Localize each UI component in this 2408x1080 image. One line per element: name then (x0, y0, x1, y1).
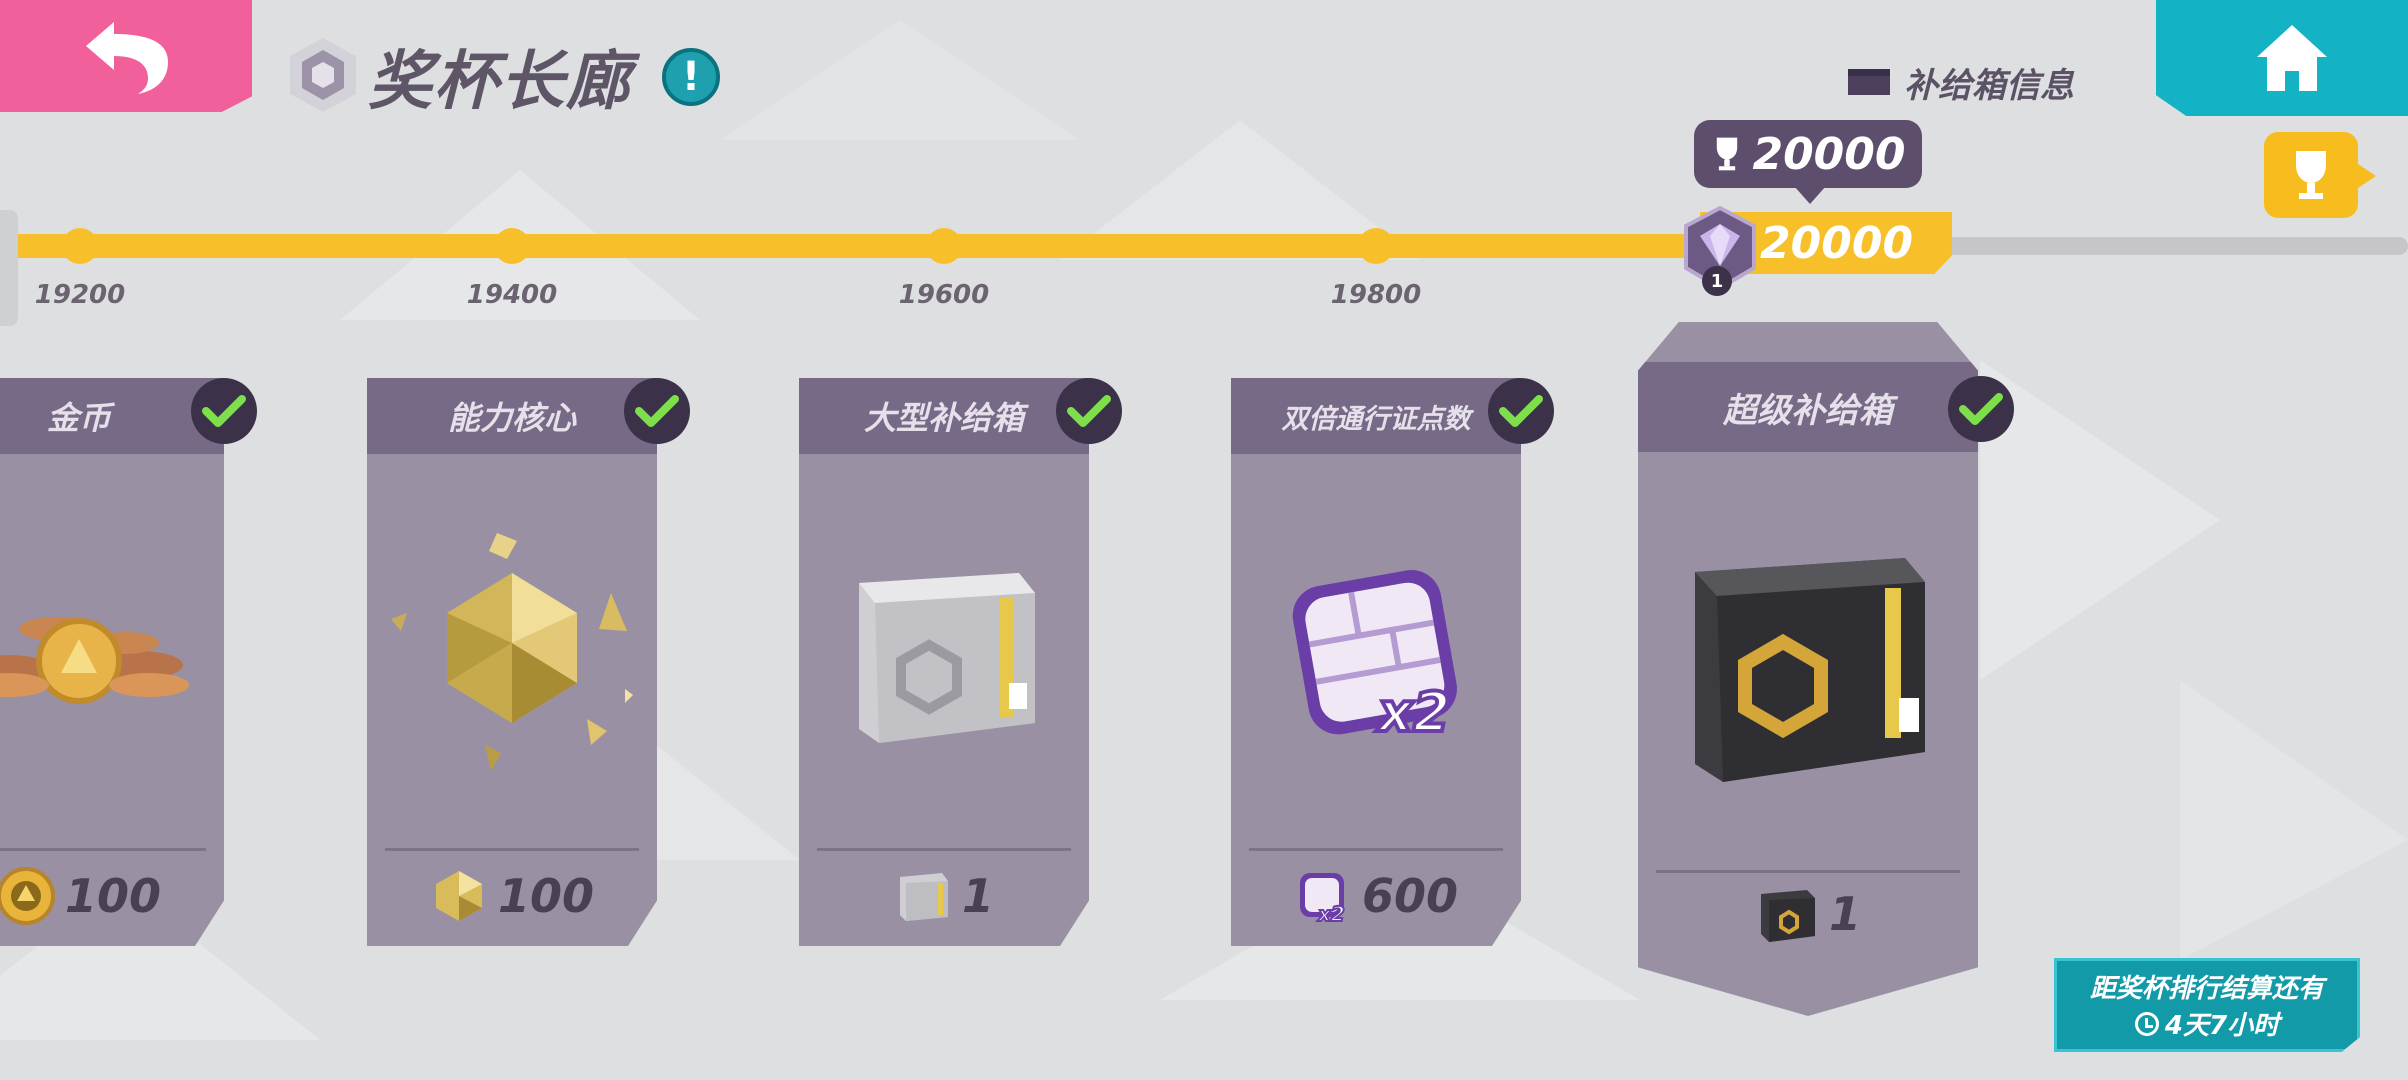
supply-box-icon (899, 873, 948, 921)
milestone-dot (1358, 228, 1394, 264)
milestone-label: 19400 (466, 280, 558, 310)
back-button[interactable] (0, 0, 252, 112)
reward-amount: 1 (961, 869, 994, 923)
reward-amount: 100 (64, 869, 162, 923)
countdown-label: 距奖杯排行结算还有 (2089, 974, 2324, 1004)
reward-card-ability-core[interactable]: 能力核心 100 (367, 378, 657, 946)
ability-core-icon (435, 871, 482, 921)
supply-box-icon (1848, 69, 1890, 95)
supply-box-info-link[interactable]: 补给箱信息 (1848, 60, 2074, 106)
claimed-check-icon (191, 378, 257, 444)
milestone-label: 19200 (34, 280, 126, 310)
current-trophy-callout: 20000 (1694, 120, 1922, 204)
reward-name: 超级补给箱 (1638, 362, 1978, 452)
clock-icon (2134, 1011, 2159, 1036)
claimed-check-icon (1948, 376, 2014, 442)
reward-amount: 600 (1361, 869, 1459, 923)
reward-name: 大型补给箱 (799, 378, 1089, 454)
reward-card-large-supply-box[interactable]: 大型补给箱 1 (799, 378, 1089, 946)
countdown-time: 4天7小时 (2164, 1011, 2280, 1041)
rank-level: 1 (1702, 266, 1732, 296)
black-supply-box-icon (1695, 558, 1925, 782)
progress-track-filled (0, 234, 1740, 258)
reward-card-super-supply-box[interactable]: 超级补给箱 1 (1638, 322, 1978, 1016)
gold-coins-icon (0, 617, 189, 704)
claimed-check-icon (1488, 378, 1554, 444)
scroll-edge-tab (0, 210, 18, 326)
milestone-dot (926, 228, 962, 264)
gallery-logo-icon (290, 38, 356, 112)
reward-card-double-pass-points[interactable]: 双倍通行证点数 x2 x2 600 (1231, 378, 1521, 946)
reward-name: 能力核心 (367, 378, 657, 454)
callout-value: 20000 (1752, 128, 1906, 180)
milestone-dot (494, 228, 530, 264)
progress-track-remaining (1900, 237, 2408, 255)
back-arrow-icon (86, 22, 168, 94)
claimed-check-icon (1056, 378, 1122, 444)
milestone-dot (62, 228, 98, 264)
ability-core-crystal-icon (391, 533, 633, 771)
reward-card-coins[interactable]: 金币 100 (0, 378, 224, 946)
double-pass-points-icon: x2 (1292, 570, 1457, 746)
milestone-label: 19800 (1330, 280, 1422, 310)
silver-supply-box-icon (859, 573, 1035, 743)
trophy-icon (2296, 151, 2326, 199)
coin-icon (0, 867, 55, 925)
trophy-icon (1717, 137, 1738, 171)
trophy-rank-button[interactable] (2264, 132, 2376, 218)
svg-text:x2: x2 (1317, 902, 1345, 925)
background-pattern (0, 20, 2408, 1040)
home-icon (2257, 25, 2327, 91)
claimed-check-icon (624, 378, 690, 444)
reward-name: 双倍通行证点数 (1231, 378, 1521, 454)
reward-amount: 100 (497, 869, 595, 923)
home-button[interactable] (2156, 0, 2408, 116)
info-button[interactable]: ! (662, 48, 720, 106)
reward-amount: 1 (1828, 887, 1861, 941)
milestone-label: 19600 (898, 280, 990, 310)
ranking-settlement-countdown: 距奖杯排行结算还有 4天7小时 (2054, 958, 2360, 1052)
double-pass-icon: x2 (1299, 873, 1346, 925)
page-title: 奖杯长廊 (368, 45, 632, 119)
current-trophies: 20000 (1760, 218, 1914, 269)
super-supply-box-icon (1760, 890, 1815, 942)
svg-text:x2: x2 (1375, 681, 1450, 744)
supply-info-label: 补给箱信息 (1904, 65, 2074, 106)
